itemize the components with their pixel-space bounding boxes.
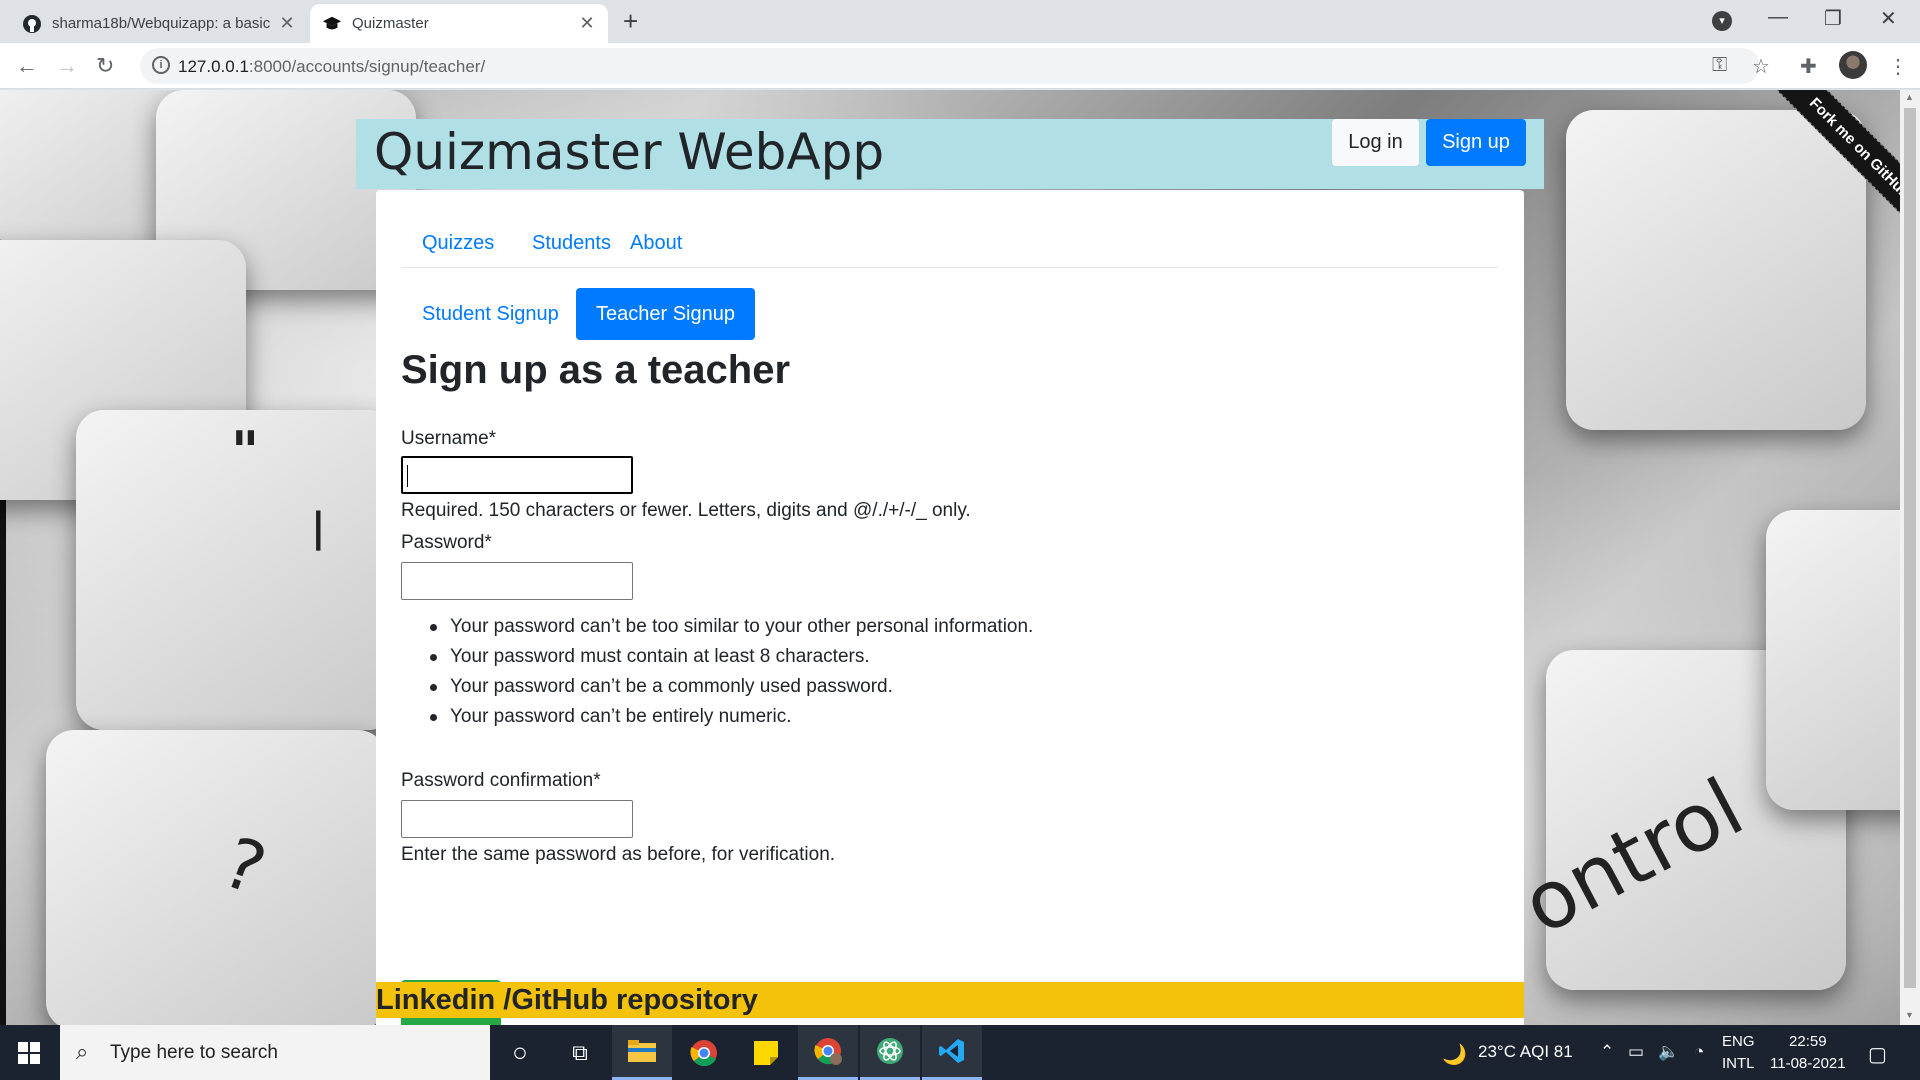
page-title: Sign up as a teacher [401, 348, 791, 392]
github-ribbon[interactable]: Fork me on GitHub [1720, 90, 1900, 250]
taskbar-search-placeholder: Type here to search [110, 1042, 278, 1063]
list-item: Your password can’t be too similar to yo… [426, 612, 1033, 642]
notifications-icon[interactable]: ▢ [1868, 1042, 1887, 1067]
password-confirmation-label: Password confirmation* [401, 770, 601, 791]
close-icon[interactable]: ✕ [578, 13, 596, 34]
tab-github[interactable]: sharma18b/Webquizapp: a basic ✕ [10, 4, 308, 43]
username-label: Username* [401, 428, 497, 449]
extensions-puzzle-icon[interactable]: ✚ [1800, 54, 1817, 79]
tab-title: Quizmaster [352, 15, 429, 32]
footer-link[interactable]: Linkedin /GitHub repository [376, 982, 758, 1018]
info-icon[interactable]: i [152, 56, 170, 74]
list-item: Your password must contain at least 8 ch… [426, 642, 1033, 672]
forward-arrow-icon[interactable]: → [56, 53, 78, 79]
search-icon: ⌕ [76, 1039, 89, 1064]
task-view-icon[interactable]: ⧉ [550, 1025, 610, 1080]
scroll-down-arrow-icon[interactable]: ▼ [1905, 1010, 1914, 1020]
browser-toolbar: ← → ↻ i 127.0.0.1:8000/accounts/signup/t… [0, 43, 1920, 89]
language-indicator[interactable]: ENG INTL [1722, 1031, 1755, 1075]
windows-start-icon[interactable] [18, 1042, 40, 1064]
page-scrollbar[interactable]: ▲ ▼ [1900, 90, 1920, 1025]
menu-kebab-icon[interactable]: ⋮ [1888, 54, 1908, 79]
language-layout: INTL [1722, 1055, 1755, 1072]
password-field[interactable] [401, 562, 633, 600]
password-label: Password* [401, 532, 492, 553]
cortana-circle-icon[interactable]: ○ [490, 1025, 550, 1080]
github-icon [22, 14, 42, 34]
clock[interactable]: 22:59 11-08-2021 [1770, 1031, 1846, 1075]
maximize-icon[interactable]: ❐ [1824, 6, 1842, 31]
tab-title: sharma18b/Webquizapp: a basic [52, 15, 271, 32]
password-confirmation-help-text: Enter the same password as before, for v… [401, 844, 836, 865]
scroll-up-arrow-icon[interactable]: ▲ [1905, 92, 1914, 102]
username-help-text: Required. 150 characters or fewer. Lette… [401, 500, 971, 521]
chevron-up-icon[interactable]: ⌃ [1600, 1042, 1614, 1062]
tab-student-signup[interactable]: Student Signup [402, 288, 579, 340]
window-close-icon[interactable]: ✕ [1880, 6, 1897, 31]
speaker-icon[interactable]: 🔈 [1658, 1042, 1679, 1062]
weather-text[interactable]: 23°C AQI 81 [1478, 1042, 1573, 1062]
battery-icon[interactable]: ▭ [1628, 1042, 1644, 1062]
tab-search-icon[interactable]: ▾ [1712, 11, 1732, 31]
background-key [46, 730, 386, 1025]
scrollbar-thumb[interactable] [1904, 108, 1916, 988]
list-item: Your password can’t be entirely numeric. [426, 702, 1033, 732]
login-button[interactable]: Log in [1332, 119, 1419, 166]
new-tab-plus-icon[interactable]: + [623, 6, 638, 37]
address-bar[interactable]: i 127.0.0.1:8000/accounts/signup/teacher… [140, 48, 1760, 84]
signup-header-button[interactable]: Sign up [1426, 119, 1526, 166]
tab-quizmaster[interactable]: Quizmaster ✕ [310, 4, 608, 43]
clock-date: 11-08-2021 [1770, 1055, 1846, 1072]
main-nav: Quizzes Students About [402, 220, 1498, 268]
list-item: Your password can’t be a commonly used p… [426, 672, 1033, 702]
clock-time: 22:59 [1789, 1033, 1827, 1050]
reload-icon[interactable]: ↻ [96, 53, 114, 79]
nav-link-about[interactable]: About [630, 232, 682, 255]
url-text[interactable]: 127.0.0.1:8000/accounts/signup/teacher/ [178, 57, 485, 77]
star-icon[interactable]: ☆ [1752, 54, 1770, 79]
page-viewport: " | ? ontrol Quizmaster WebApp Log in Si… [0, 90, 1900, 1025]
close-icon[interactable]: ✕ [278, 13, 296, 34]
password-confirmation-field[interactable] [401, 800, 633, 838]
key-icon[interactable]: ⚿ [1712, 54, 1727, 77]
vscode-icon[interactable] [922, 1025, 982, 1080]
text-caret [407, 465, 408, 487]
key-glyph: | [311, 505, 326, 551]
background-key [1766, 510, 1900, 810]
windows-taskbar: ⌕ Type here to search ○ ⧉ 🌙 23°C AQI 81 … [0, 1025, 1920, 1080]
wifi-icon[interactable]: ◔ [1694, 1042, 1704, 1062]
weather-moon-icon[interactable]: 🌙 [1442, 1042, 1467, 1067]
nav-link-students[interactable]: Students [532, 232, 611, 255]
file-explorer-icon[interactable] [612, 1025, 672, 1080]
site-brand[interactable]: Quizmaster WebApp [374, 123, 884, 181]
minimize-icon[interactable]: — [1768, 6, 1788, 29]
browser-tab-bar: sharma18b/Webquizapp: a basic ✕ Quizmast… [0, 0, 1920, 43]
chrome-icon[interactable] [674, 1025, 734, 1080]
language-code: ENG [1722, 1033, 1755, 1050]
back-arrow-icon[interactable]: ← [16, 53, 38, 79]
site-header: Quizmaster WebApp Log in Sign up [356, 119, 1544, 189]
taskbar-search-box[interactable]: ⌕ Type here to search [60, 1025, 490, 1080]
key-glyph: " [231, 420, 260, 483]
tab-teacher-signup[interactable]: Teacher Signup [576, 288, 755, 340]
username-field[interactable] [401, 456, 633, 494]
profile-avatar[interactable] [1839, 51, 1867, 79]
signup-card: Quizzes Students About Student Signup Te… [376, 190, 1524, 1025]
fork-ribbon-text[interactable]: Fork me on GitHub [1762, 90, 1900, 246]
sticky-notes-icon[interactable] [736, 1025, 796, 1080]
chrome-profile-icon[interactable] [798, 1025, 858, 1080]
atom-editor-icon[interactable] [860, 1025, 920, 1080]
graduation-cap-icon [322, 14, 342, 34]
nav-link-quizzes[interactable]: Quizzes [422, 232, 494, 255]
footer-bar: Linkedin /GitHub repository [376, 982, 1524, 1018]
password-rules-list: Your password can’t be too similar to yo… [426, 612, 1033, 732]
